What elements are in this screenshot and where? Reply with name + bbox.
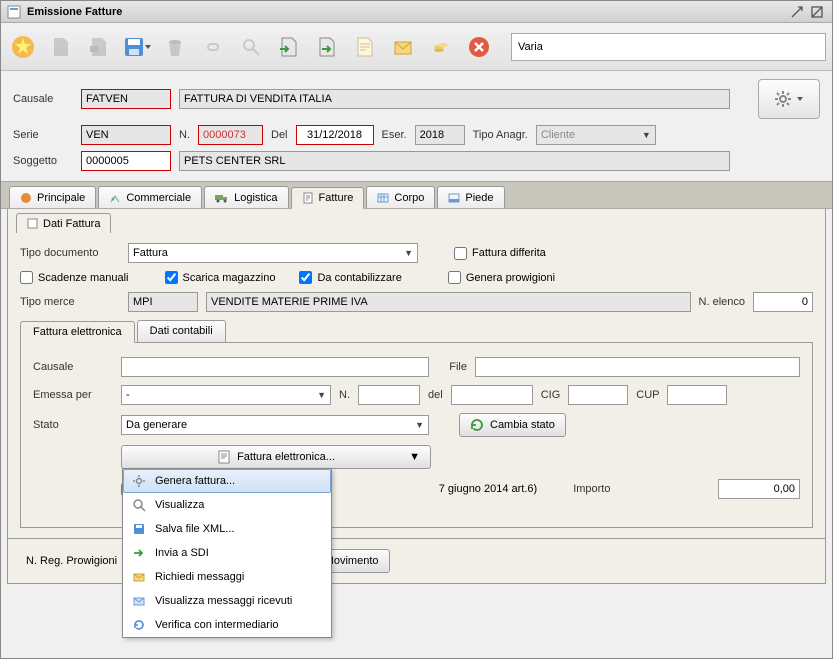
tipo-merce-code-input[interactable] [128, 292, 198, 312]
menu-invia-sdi[interactable]: Invia a SDI [123, 541, 331, 565]
gear-icon [131, 473, 147, 489]
fe-file-label: File [437, 361, 467, 373]
n-label: N. [179, 129, 190, 141]
save-icon [131, 521, 147, 537]
fe-stato-select[interactable]: Da generare▼ [121, 415, 429, 435]
tab-logistica[interactable]: Logistica [204, 186, 288, 208]
soggetto-label: Soggetto [13, 155, 73, 167]
importo-input[interactable] [718, 479, 800, 499]
inner-tab-contabili[interactable]: Dati contabili [137, 320, 226, 342]
toolbar-coins-icon[interactable] [425, 31, 457, 63]
del-label: Del [271, 129, 288, 141]
mail-request-icon [131, 569, 147, 585]
toolbar-import-icon[interactable] [273, 31, 305, 63]
toolbar-mail-icon[interactable] [387, 31, 419, 63]
causale-code-input[interactable] [81, 89, 171, 109]
menu-genera-fattura[interactable]: Genera fattura... [123, 469, 331, 493]
tipo-anagr-label: Tipo Anagr. [473, 129, 528, 141]
toolbar-search-icon [235, 31, 267, 63]
soggetto-code-input[interactable] [81, 151, 171, 171]
tab-piede[interactable]: Piede [437, 186, 504, 208]
tab-corpo[interactable]: Corpo [366, 186, 435, 208]
tipo-anagr-select: Cliente▼ [536, 125, 656, 145]
importo-label: Importo [573, 483, 610, 495]
tab-principale[interactable]: Principale [9, 186, 96, 208]
n-elenco-label: N. elenco [699, 296, 745, 308]
toolbar-close-icon[interactable] [463, 31, 495, 63]
fattura-elettronica-dropdown-button[interactable]: Fattura elettronica... ▼ Genera fattura.… [121, 445, 431, 469]
serie-input[interactable] [81, 125, 171, 145]
toolbar-link-icon [197, 31, 229, 63]
tipo-merce-desc-input [206, 292, 691, 312]
soggetto-desc-input [179, 151, 730, 171]
tab-commerciale[interactable]: Commerciale [98, 186, 202, 208]
da-contabilizzare-checkbox[interactable]: Da contabilizzare [299, 271, 401, 284]
n-input[interactable] [198, 125, 263, 145]
n-elenco-input[interactable] [753, 292, 813, 312]
varia-input[interactable] [511, 33, 826, 61]
window-detach-icon[interactable] [788, 5, 806, 19]
toolbar-trash-icon [159, 31, 191, 63]
inner-tab-elettronica[interactable]: Fattura elettronica [20, 321, 135, 343]
toolbar-export-icon[interactable] [311, 31, 343, 63]
window-title: Emissione Fatture [27, 6, 786, 18]
fe-cup-label: CUP [636, 389, 659, 401]
causale-label: Causale [13, 93, 73, 105]
fe-del-label: del [428, 389, 443, 401]
menu-visualizza[interactable]: Visualizza [123, 493, 331, 517]
search-icon [131, 497, 147, 513]
scadenze-manuali-checkbox[interactable]: Scadenze manuali [20, 271, 129, 284]
fe-emessa-label: Emessa per [33, 389, 113, 401]
menu-verifica-intermediario[interactable]: Verifica con intermediario [123, 613, 331, 637]
fe-del-input[interactable] [451, 385, 533, 405]
serie-label: Serie [13, 129, 73, 141]
fe-n-input[interactable] [358, 385, 420, 405]
genera-prowigioni-checkbox[interactable]: Genera prowigioni [448, 271, 555, 284]
menu-richiedi-messaggi[interactable]: Richiedi messaggi [123, 565, 331, 589]
toolbar-doc2-icon [83, 31, 115, 63]
fe-cig-input[interactable] [568, 385, 628, 405]
fe-n-label: N. [339, 389, 350, 401]
bollo-suffix: 7 giugno 2014 art.6) [439, 483, 537, 495]
refresh-icon [131, 617, 147, 633]
fe-cup-input[interactable] [667, 385, 727, 405]
fe-stato-label: Stato [33, 419, 113, 431]
send-icon [131, 545, 147, 561]
fe-emessa-select[interactable]: -▼ [121, 385, 331, 405]
toolbar-save-icon[interactable] [121, 31, 153, 63]
scarica-magazzino-checkbox[interactable]: Scarica magazzino [165, 271, 276, 284]
tipo-documento-select[interactable]: Fattura▼ [128, 243, 418, 263]
nreg-label: N. Reg. Prowigioni [26, 555, 117, 567]
subtab-dati-fattura[interactable]: Dati Fattura [16, 213, 111, 233]
menu-salva-xml[interactable]: Salva file XML... [123, 517, 331, 541]
fe-causale-input[interactable] [121, 357, 429, 377]
causale-desc-input [179, 89, 730, 109]
fattura-differita-checkbox[interactable]: Fattura differita [454, 247, 546, 260]
tab-fatture[interactable]: Fatture [291, 187, 365, 209]
fe-cig-label: CIG [541, 389, 561, 401]
window-maximize-icon[interactable] [808, 5, 826, 19]
eser-input [415, 125, 465, 145]
toolbar-new-icon[interactable] [7, 31, 39, 63]
toolbar-notes-icon[interactable] [349, 31, 381, 63]
window-icon [7, 5, 21, 19]
del-input[interactable] [296, 125, 374, 145]
fe-causale-label: Causale [33, 361, 113, 373]
fe-file-input[interactable] [475, 357, 800, 377]
eser-label: Eser. [382, 129, 407, 141]
menu-visualizza-messaggi[interactable]: Visualizza messaggi ricevuti [123, 589, 331, 613]
toolbar-doc1-icon [45, 31, 77, 63]
cambia-stato-button[interactable]: Cambia stato [459, 413, 566, 437]
mail-view-icon [131, 593, 147, 609]
tipo-documento-label: Tipo documento [20, 247, 120, 259]
settings-gear-button[interactable] [758, 79, 820, 119]
tipo-merce-label: Tipo merce [20, 296, 120, 308]
